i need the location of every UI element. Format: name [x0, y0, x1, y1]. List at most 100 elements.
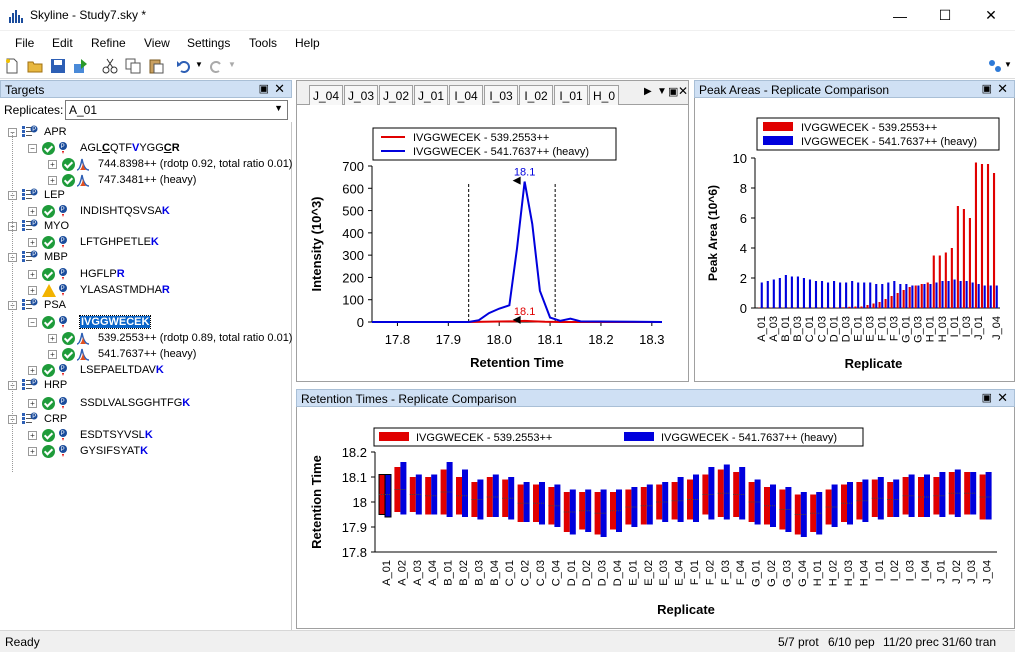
pin-icon[interactable]: ▣	[259, 82, 269, 95]
expander-icon[interactable]: +	[28, 238, 37, 247]
close-window-button[interactable]: ✕	[968, 0, 1014, 31]
tree-row-peptide[interactable]: − P IVGGWECEK	[0, 315, 290, 331]
pin-icon[interactable]: ▣	[982, 82, 992, 95]
protein-label[interactable]: MBP	[44, 251, 68, 263]
undo-dropdown-icon[interactable]: ▼	[195, 60, 203, 69]
targets-tree[interactable]: − P APR − P AGLCQTFVYGGCR +744.8398++ (rdotp 0…	[0, 122, 292, 630]
expander-icon[interactable]: −	[28, 318, 37, 327]
replicate-select[interactable]: A_01 ▼	[65, 100, 288, 120]
menu-edit[interactable]: Edit	[52, 36, 73, 50]
tree-row-protein[interactable]: − P APR	[0, 125, 290, 141]
tab-j_04[interactable]: J_04	[309, 85, 343, 105]
tab-j_02[interactable]: J_02	[379, 85, 413, 105]
close-icon[interactable]: ✕	[678, 84, 688, 98]
maximize-button[interactable]: ☐	[922, 0, 968, 31]
menu-file[interactable]: File	[15, 36, 34, 50]
expander-icon[interactable]: +	[28, 366, 37, 375]
protein-label[interactable]: MYO	[44, 220, 69, 232]
pin-icon[interactable]: ▣	[982, 391, 992, 404]
new-file-icon[interactable]	[4, 58, 20, 74]
peptide-label[interactable]: ESDTSYVSLK	[80, 429, 153, 441]
tree-row-protein[interactable]: − P PSA	[0, 298, 290, 314]
redo-dropdown-icon[interactable]: ▼	[228, 60, 236, 69]
expander-icon[interactable]: +	[28, 447, 37, 456]
publish-icon[interactable]	[73, 58, 89, 74]
expander-icon[interactable]: +	[48, 350, 57, 359]
tab-i_03[interactable]: I_03	[484, 85, 518, 105]
tab-i_01[interactable]: I_01	[554, 85, 588, 105]
tree-row-transition[interactable]: +541.7637++ (heavy)	[0, 347, 290, 363]
tree-row-peptide[interactable]: − P AGLCQTFVYGGCR	[0, 141, 290, 157]
expander-icon[interactable]: −	[28, 144, 37, 153]
expander-icon[interactable]: +	[28, 399, 37, 408]
peptide-label[interactable]: YLASASTMDHAR	[80, 284, 170, 296]
open-folder-icon[interactable]	[27, 58, 43, 74]
tree-row-transition[interactable]: +744.8398++ (rdotp 0.92, total ratio 0.0…	[0, 157, 292, 173]
undo-icon[interactable]	[176, 58, 192, 74]
menu-settings[interactable]: Settings	[187, 36, 230, 50]
menu-tools[interactable]: Tools	[249, 36, 277, 50]
tab-i_02[interactable]: I_02	[519, 85, 553, 105]
minimize-button[interactable]: —	[877, 0, 923, 31]
peptide-label[interactable]: LFTGHPETLEK	[80, 236, 159, 248]
menu-refine[interactable]: Refine	[91, 36, 126, 50]
chromatogram-chart[interactable]: IVGGWECEK - 539.2553++ IVGGWECEK - 541.76…	[297, 106, 688, 381]
peptide-label[interactable]: SSDLVALSGGHTFGK	[80, 397, 190, 409]
tree-row-protein[interactable]: − P MYO	[0, 219, 290, 235]
transition-label[interactable]: 747.3481++ (heavy)	[98, 174, 196, 186]
peptide-label[interactable]: LSEPAELTDAVK	[80, 364, 164, 376]
pin-icon[interactable]: ▣	[668, 85, 678, 98]
tab-j_01[interactable]: J_01	[414, 85, 448, 105]
tree-row-peptide[interactable]: + P GYSIFSYATK	[0, 444, 290, 460]
expander-icon[interactable]: +	[48, 160, 57, 169]
menu-help[interactable]: Help	[295, 36, 320, 50]
close-icon[interactable]: ✕	[274, 81, 285, 97]
expander-icon[interactable]: +	[48, 176, 57, 185]
protein-label[interactable]: HRP	[44, 379, 67, 391]
tree-row-peptide[interactable]: + P SSDLVALSGGHTFGK	[0, 396, 290, 412]
protein-label[interactable]: CRP	[44, 413, 67, 425]
peptide-label[interactable]: IVGGWECEK	[78, 315, 152, 329]
transition-label[interactable]: 744.8398++ (rdotp 0.92, total ratio 0.01…	[98, 158, 292, 170]
tree-row-protein[interactable]: − P LEP	[0, 188, 290, 204]
tree-row-peptide[interactable]: + P YLASASTMDHAR	[0, 283, 290, 299]
peptide-label[interactable]: HGFLPR	[80, 268, 125, 280]
protein-label[interactable]: LEP	[44, 189, 65, 201]
tree-row-peptide[interactable]: + P LSEPAELTDAVK	[0, 363, 290, 379]
save-icon[interactable]	[50, 58, 66, 74]
tab-scroll-right-icon[interactable]: ▶	[644, 86, 652, 97]
tab-h_0[interactable]: H_0	[589, 85, 619, 105]
tab-list-dropdown-icon[interactable]: ▼	[657, 86, 667, 97]
expander-icon[interactable]: +	[28, 270, 37, 279]
tab-i_04[interactable]: I_04	[449, 85, 483, 105]
tree-row-peptide[interactable]: + P INDISHTQSVSAK	[0, 204, 290, 220]
peptide-label[interactable]: GYSIFSYATK	[80, 445, 148, 457]
expander-icon[interactable]: +	[28, 431, 37, 440]
expander-icon[interactable]: +	[28, 286, 37, 295]
connection-dropdown-icon[interactable]: ▼	[1004, 60, 1012, 69]
retention-times-chart[interactable]: IVGGWECEK - 539.2553++ IVGGWECEK - 541.76…	[297, 407, 1014, 628]
peptide-label[interactable]: INDISHTQSVSAK	[80, 205, 170, 217]
peptide-label[interactable]: AGLCQTFVYGGCR	[80, 142, 180, 154]
protein-label[interactable]: PSA	[44, 299, 66, 311]
expander-icon[interactable]: +	[48, 334, 57, 343]
copy-icon[interactable]	[125, 58, 141, 74]
close-icon[interactable]: ✕	[997, 390, 1008, 406]
peak-areas-chart[interactable]: IVGGWECEK - 539.2553++ IVGGWECEK - 541.76…	[695, 98, 1014, 381]
tab-j_03[interactable]: J_03	[344, 85, 378, 105]
connection-icon[interactable]	[987, 58, 1003, 74]
transition-label[interactable]: 539.2553++ (rdotp 0.89, total ratio 0.01…	[98, 332, 292, 344]
tree-row-transition[interactable]: +747.3481++ (heavy)	[0, 173, 290, 189]
paste-icon[interactable]	[148, 58, 164, 74]
tree-row-transition[interactable]: +539.2553++ (rdotp 0.89, total ratio 0.0…	[0, 331, 292, 347]
tree-row-peptide[interactable]: + P HGFLPR	[0, 267, 290, 283]
transition-label[interactable]: 541.7637++ (heavy)	[98, 348, 196, 360]
tree-row-peptide[interactable]: + P LFTGHPETLEK	[0, 235, 290, 251]
tree-row-protein[interactable]: − P MBP	[0, 250, 290, 266]
redo-icon[interactable]	[208, 58, 224, 74]
protein-label[interactable]: APR	[44, 126, 67, 138]
tree-row-protein[interactable]: − P CRP	[0, 412, 290, 428]
menu-view[interactable]: View	[144, 36, 170, 50]
cut-icon[interactable]	[102, 58, 118, 74]
tree-row-protein[interactable]: − P HRP	[0, 378, 290, 394]
